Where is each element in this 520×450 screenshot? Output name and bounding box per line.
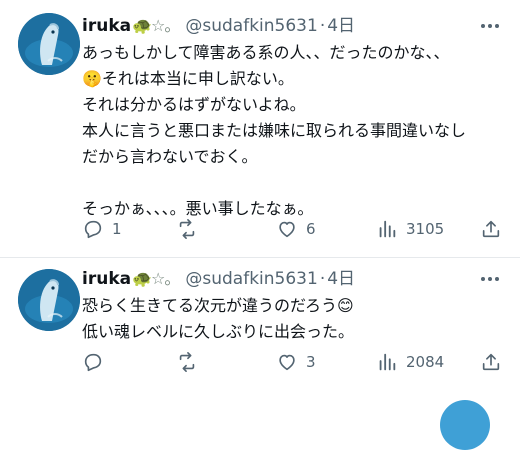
timestamp[interactable]: 4日 — [327, 269, 355, 289]
display-name-decoration: 🐢☆。 — [132, 269, 180, 288]
like-button[interactable]: 6 — [276, 216, 316, 242]
tweet-text-line: 恐らく生きてる次元が違うのだろう — [82, 296, 338, 315]
display-name-decoration: 🐢☆。 — [132, 16, 180, 35]
tweet-text: あっもしかして障害ある系の人、、だったのかな、、 🤫それは本当に申し訳ない。 そ… — [82, 40, 508, 222]
reply-icon — [84, 220, 102, 239]
tweet-text-body: 低い魂レベルに久しぶりに出会った。 — [82, 322, 355, 341]
like-button[interactable]: 3 — [276, 349, 316, 375]
tweet-text-body: それは本当に申し訳ない。 それは分かるはずがないよね。 本人に言うと悪口または嫌… — [82, 69, 467, 218]
retweet-button[interactable] — [176, 216, 206, 242]
share-button[interactable] — [480, 349, 502, 375]
reply-button[interactable]: 1 — [82, 216, 122, 242]
heart-icon — [279, 221, 295, 238]
tweet[interactable]: iruka🐢☆。 @sudafkin5631 · 4日 恐らく生きてる次元が違うのだろ… — [0, 259, 520, 408]
display-name[interactable]: iruka — [82, 16, 131, 36]
more-icon[interactable] — [478, 14, 502, 38]
timestamp[interactable]: 4日 — [327, 16, 355, 36]
user-handle[interactable]: @sudafkin5631 — [185, 269, 317, 289]
views-icon — [379, 353, 396, 371]
action-bar: 1 6 3105 — [82, 216, 508, 242]
more-icon[interactable] — [478, 267, 502, 291]
tweet-text: 恐らく生きてる次元が違うのだろう😊 低い魂レベルに久しぶりに出会った。 — [82, 293, 508, 345]
dolphin-avatar-image — [18, 269, 80, 331]
separator-dot: · — [319, 16, 326, 36]
avatar[interactable] — [18, 13, 80, 75]
separator-dot: · — [319, 269, 326, 289]
reply-count: 1 — [112, 220, 122, 238]
views-button[interactable]: 3105 — [376, 216, 444, 242]
views-count: 2084 — [406, 353, 445, 371]
dolphin-avatar-image — [18, 13, 80, 75]
retweet-icon — [179, 352, 195, 372]
views-button[interactable]: 2084 — [376, 349, 444, 375]
share-button[interactable] — [480, 216, 502, 242]
tweet-header: iruka🐢☆。 @sudafkin5631 · 4日 — [82, 14, 480, 38]
share-icon — [482, 353, 500, 371]
action-bar: 3 2084 — [82, 349, 508, 375]
like-count: 6 — [306, 220, 316, 238]
shushing-face-emoji: 🤫 — [82, 69, 102, 88]
avatar[interactable] — [18, 269, 80, 331]
user-handle[interactable]: @sudafkin5631 — [185, 16, 317, 36]
smiling-face-emoji: 😊 — [337, 296, 354, 315]
reply-button[interactable] — [82, 349, 112, 375]
views-icon — [379, 220, 396, 238]
tweet-header: iruka🐢☆。 @sudafkin5631 · 4日 — [82, 267, 480, 291]
display-name[interactable]: iruka — [82, 269, 131, 289]
retweet-icon — [179, 219, 195, 239]
reply-icon — [84, 353, 102, 372]
retweet-button[interactable] — [176, 349, 206, 375]
heart-icon — [279, 354, 295, 371]
tweet[interactable]: iruka🐢☆。 @sudafkin5631 · 4日 あっもしかして障害ある系の人、… — [0, 0, 520, 258]
like-count: 3 — [306, 353, 316, 371]
tweet-text-line: あっもしかして障害ある系の人、、だったのかな、、 — [82, 43, 450, 62]
share-icon — [482, 220, 500, 238]
views-count: 3105 — [406, 220, 445, 238]
